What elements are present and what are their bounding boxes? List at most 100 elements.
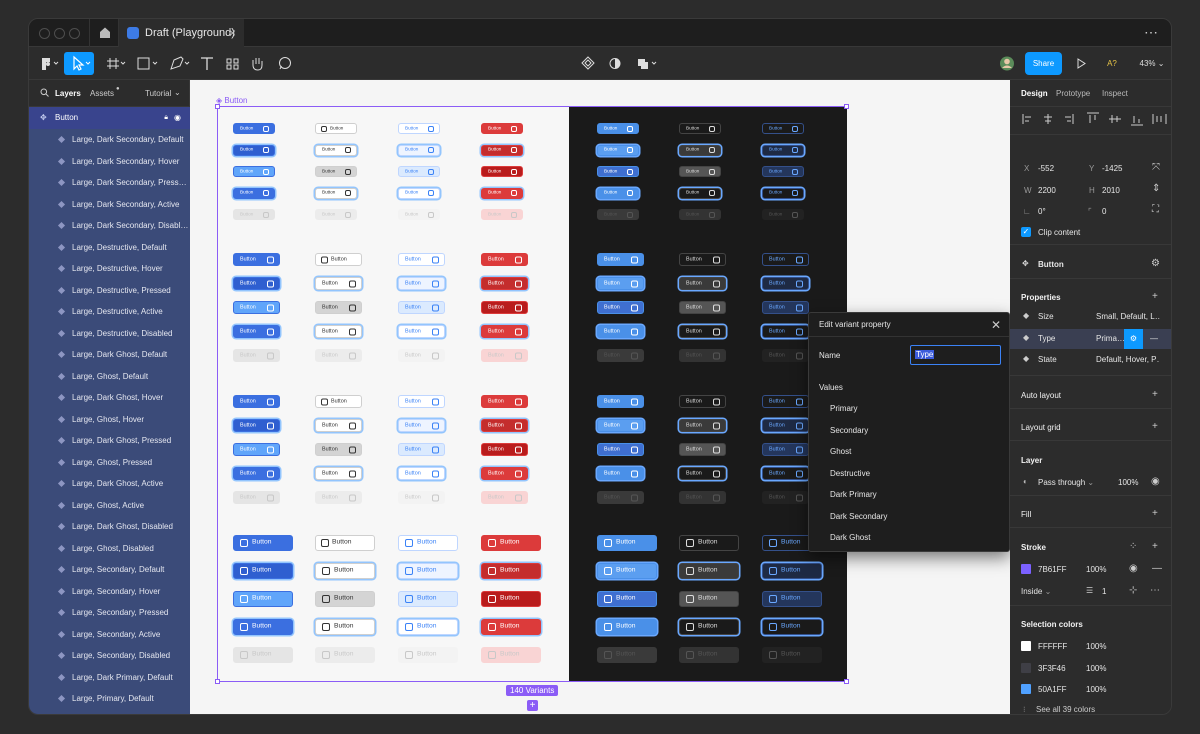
variant-value-item[interactable]: Secondary bbox=[830, 420, 887, 442]
selection-color-row[interactable]: 3F3F46 100% bbox=[1010, 662, 1171, 677]
button-variant[interactable]: Button bbox=[762, 187, 804, 199]
button-variant[interactable]: Button bbox=[398, 619, 458, 635]
button-variant[interactable]: Button bbox=[481, 591, 541, 607]
hand-tool-icon[interactable] bbox=[247, 52, 267, 75]
stroke-swatch[interactable] bbox=[1021, 564, 1031, 574]
resize-handle[interactable] bbox=[844, 104, 849, 109]
layer-item[interactable]: Large, Dark Secondary, Disabl… bbox=[29, 215, 190, 237]
button-variant[interactable]: Button bbox=[233, 563, 293, 579]
tab-design[interactable]: Design bbox=[1021, 89, 1048, 98]
rotation-input[interactable]: 0° bbox=[1038, 207, 1046, 216]
resize-handle[interactable] bbox=[215, 104, 220, 109]
tab-inspect[interactable]: Inspect bbox=[1102, 89, 1128, 98]
button-variant[interactable]: Button bbox=[762, 419, 809, 432]
layer-item[interactable]: Large, Destructive, Pressed bbox=[29, 280, 190, 302]
button-variant[interactable]: Button bbox=[481, 253, 528, 266]
add-auto-layout-icon[interactable]: + bbox=[1152, 389, 1158, 400]
button-variant[interactable]: Button bbox=[481, 563, 541, 579]
button-variant[interactable]: Button bbox=[398, 395, 445, 408]
button-variant[interactable]: Button bbox=[597, 491, 644, 504]
button-variant[interactable]: Button bbox=[597, 253, 644, 266]
button-variant[interactable]: Button bbox=[315, 187, 357, 199]
button-variant[interactable]: Button bbox=[233, 325, 280, 338]
button-variant[interactable]: Button bbox=[679, 325, 726, 338]
button-variant[interactable]: Button bbox=[762, 591, 822, 607]
button-variant[interactable]: Button bbox=[233, 395, 280, 408]
button-variant[interactable]: Button bbox=[679, 467, 726, 480]
stroke-color-input[interactable]: 7B61FF bbox=[1038, 565, 1066, 574]
close-icon[interactable]: ✕ bbox=[991, 318, 1001, 332]
button-variant[interactable]: Button bbox=[679, 535, 739, 551]
button-variant[interactable]: Button bbox=[481, 166, 523, 177]
eye-icon[interactable]: ◉ bbox=[1129, 563, 1138, 574]
tab-prototype[interactable]: Prototype bbox=[1056, 89, 1090, 98]
button-variant[interactable]: Button bbox=[315, 563, 375, 579]
button-variant[interactable]: Button bbox=[597, 619, 657, 635]
button-variant[interactable]: Button bbox=[762, 277, 809, 290]
button-variant[interactable]: Button bbox=[233, 619, 293, 635]
button-variant[interactable]: Button bbox=[762, 443, 809, 456]
button-variant[interactable]: Button bbox=[481, 301, 528, 314]
button-variant[interactable]: Button bbox=[233, 277, 280, 290]
button-variant[interactable]: Button bbox=[762, 491, 809, 504]
search-icon[interactable] bbox=[40, 88, 49, 99]
layer-item[interactable]: Large, Dark Ghost, Disabled bbox=[29, 516, 190, 538]
layer-item[interactable]: Large, Ghost, Active bbox=[29, 495, 190, 517]
button-variant[interactable]: Button bbox=[233, 419, 280, 432]
move-tool-button[interactable] bbox=[64, 52, 94, 75]
layer-item[interactable]: Large, Secondary, Pressed bbox=[29, 602, 190, 624]
button-variant[interactable]: Button bbox=[481, 123, 523, 134]
button-variant[interactable]: Button bbox=[315, 467, 362, 480]
layer-item[interactable]: Large, Destructive, Hover bbox=[29, 258, 190, 280]
style-grid-icon[interactable]: ⁘ bbox=[1129, 541, 1137, 552]
file-tab[interactable]: Draft (Playground) × bbox=[119, 19, 244, 47]
button-variant[interactable]: Button bbox=[679, 166, 721, 177]
button-variant[interactable]: Button bbox=[398, 144, 440, 156]
frame-label[interactable]: ◈ Button bbox=[216, 96, 248, 105]
selection-color-row[interactable]: FFFFFF 100% bbox=[1010, 641, 1171, 655]
button-variant[interactable]: Button bbox=[233, 144, 275, 156]
button-variant[interactable]: Button bbox=[315, 325, 362, 338]
maximize-window-button[interactable] bbox=[69, 28, 80, 39]
shape-tool-icon[interactable] bbox=[133, 52, 159, 75]
button-variant[interactable]: Button bbox=[597, 647, 657, 663]
variant-value-item[interactable]: Dark Primary bbox=[830, 484, 887, 506]
button-variant[interactable]: Button bbox=[481, 647, 541, 663]
button-variant[interactable]: Button bbox=[315, 419, 362, 432]
button-variant[interactable]: Button bbox=[597, 443, 644, 456]
color-swatch[interactable] bbox=[1021, 641, 1031, 651]
button-variant[interactable]: Button bbox=[679, 563, 739, 579]
button-variant[interactable]: Button bbox=[315, 209, 357, 220]
button-variant[interactable]: Button bbox=[679, 647, 739, 663]
button-variant[interactable]: Button bbox=[762, 563, 822, 579]
layer-opacity-input[interactable]: 100% bbox=[1118, 478, 1138, 487]
home-button[interactable] bbox=[89, 19, 119, 47]
button-variant[interactable]: Button bbox=[679, 253, 726, 266]
button-variant[interactable]: Button bbox=[398, 591, 458, 607]
button-variant[interactable]: Button bbox=[762, 301, 809, 314]
layer-item[interactable]: Large, Dark Primary, Default bbox=[29, 667, 190, 689]
h-input[interactable]: 2010 bbox=[1102, 186, 1120, 195]
button-variant[interactable]: Button bbox=[679, 187, 721, 199]
button-variant[interactable]: Button bbox=[679, 443, 726, 456]
button-variant[interactable]: Button bbox=[481, 209, 523, 220]
button-variant[interactable]: Button bbox=[233, 647, 293, 663]
button-variant[interactable]: Button bbox=[481, 419, 528, 432]
button-variant[interactable]: Button bbox=[481, 619, 541, 635]
remove-stroke-icon[interactable]: — bbox=[1152, 563, 1162, 574]
button-variant[interactable]: Button bbox=[398, 301, 445, 314]
variant-value-item[interactable]: Primary bbox=[830, 398, 887, 420]
layer-item[interactable]: Large, Destructive, Active bbox=[29, 301, 190, 323]
button-variant[interactable]: Button bbox=[315, 123, 357, 134]
button-variant[interactable]: Button bbox=[597, 349, 644, 362]
minimize-window-button[interactable] bbox=[54, 28, 65, 39]
button-variant[interactable]: Button bbox=[597, 563, 657, 579]
button-variant[interactable]: Button bbox=[481, 187, 523, 199]
button-variant[interactable]: Button bbox=[679, 591, 739, 607]
button-variant[interactable]: Button bbox=[679, 619, 739, 635]
button-variant[interactable]: Button bbox=[315, 443, 362, 456]
button-variant[interactable]: Button bbox=[762, 144, 804, 156]
button-variant[interactable]: Button bbox=[315, 591, 375, 607]
button-variant[interactable]: Button bbox=[398, 209, 440, 220]
layer-item[interactable]: Large, Ghost, Default bbox=[29, 366, 190, 388]
